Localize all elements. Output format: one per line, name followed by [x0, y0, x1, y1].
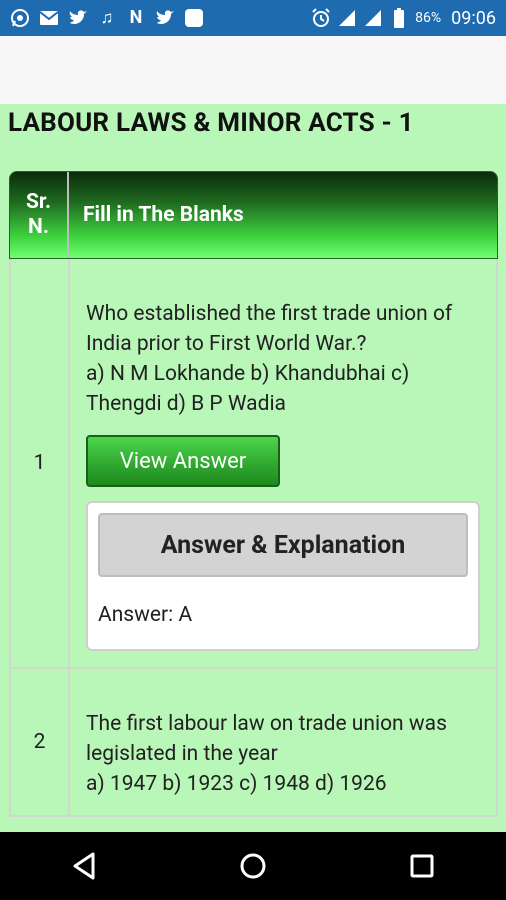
- app-header: [0, 36, 506, 104]
- mail-icon: [39, 8, 59, 28]
- home-icon[interactable]: [233, 846, 273, 886]
- alarm-icon: [311, 8, 331, 28]
- status-bar: ♫ N 86% 09:06: [0, 0, 506, 36]
- view-answer-button[interactable]: View Answer: [86, 435, 280, 487]
- twitter-icon: [68, 8, 88, 28]
- n-app-icon: N: [129, 7, 143, 28]
- table-header: Sr. N. Fill in The Blanks: [9, 171, 498, 259]
- header-sr-no: Sr. N.: [10, 172, 69, 258]
- whatsapp-icon: [10, 8, 30, 28]
- row-number: 1: [11, 259, 70, 667]
- recents-icon[interactable]: [402, 846, 442, 886]
- table-row: 1 Who established the first trade union …: [9, 259, 498, 669]
- page-title: LABOUR LAWS & MINOR ACTS - 1: [8, 108, 414, 138]
- question-text: The first labour law on trade union was …: [86, 712, 447, 796]
- system-icons: 86% 09:06: [311, 8, 506, 29]
- navigation-bar: [0, 832, 506, 900]
- answer-panel: Answer & Explanation Answer: A: [86, 501, 480, 651]
- answer-text: Answer: A: [98, 603, 193, 627]
- signal-icon: [337, 8, 357, 28]
- battery-percent: 86%: [415, 10, 442, 26]
- page-content[interactable]: LABOUR LAWS & MINOR ACTS - 1 Sr. N. Fill…: [0, 104, 506, 832]
- table-row: 2 The first labour law on trade union wa…: [9, 669, 498, 817]
- row-number: 2: [11, 669, 70, 815]
- battery-icon: [389, 8, 409, 28]
- answer-heading: Answer & Explanation: [98, 513, 468, 577]
- question-cell: Who established the first trade union of…: [70, 259, 496, 667]
- clock: 09:06: [451, 7, 496, 29]
- header-fill-blanks: Fill in The Blanks: [83, 203, 244, 227]
- questions-table: Sr. N. Fill in The Blanks 1 Who establis…: [9, 171, 498, 817]
- square-app-icon: [184, 8, 204, 28]
- question-text: Who established the first trade union of…: [86, 302, 453, 416]
- twitter-icon: [155, 8, 175, 28]
- question-cell: The first labour law on trade union was …: [70, 669, 496, 815]
- signal-icon: [363, 8, 383, 28]
- music-icon: ♫: [100, 7, 114, 28]
- notification-icons: ♫ N: [0, 8, 204, 28]
- back-icon[interactable]: [64, 846, 104, 886]
